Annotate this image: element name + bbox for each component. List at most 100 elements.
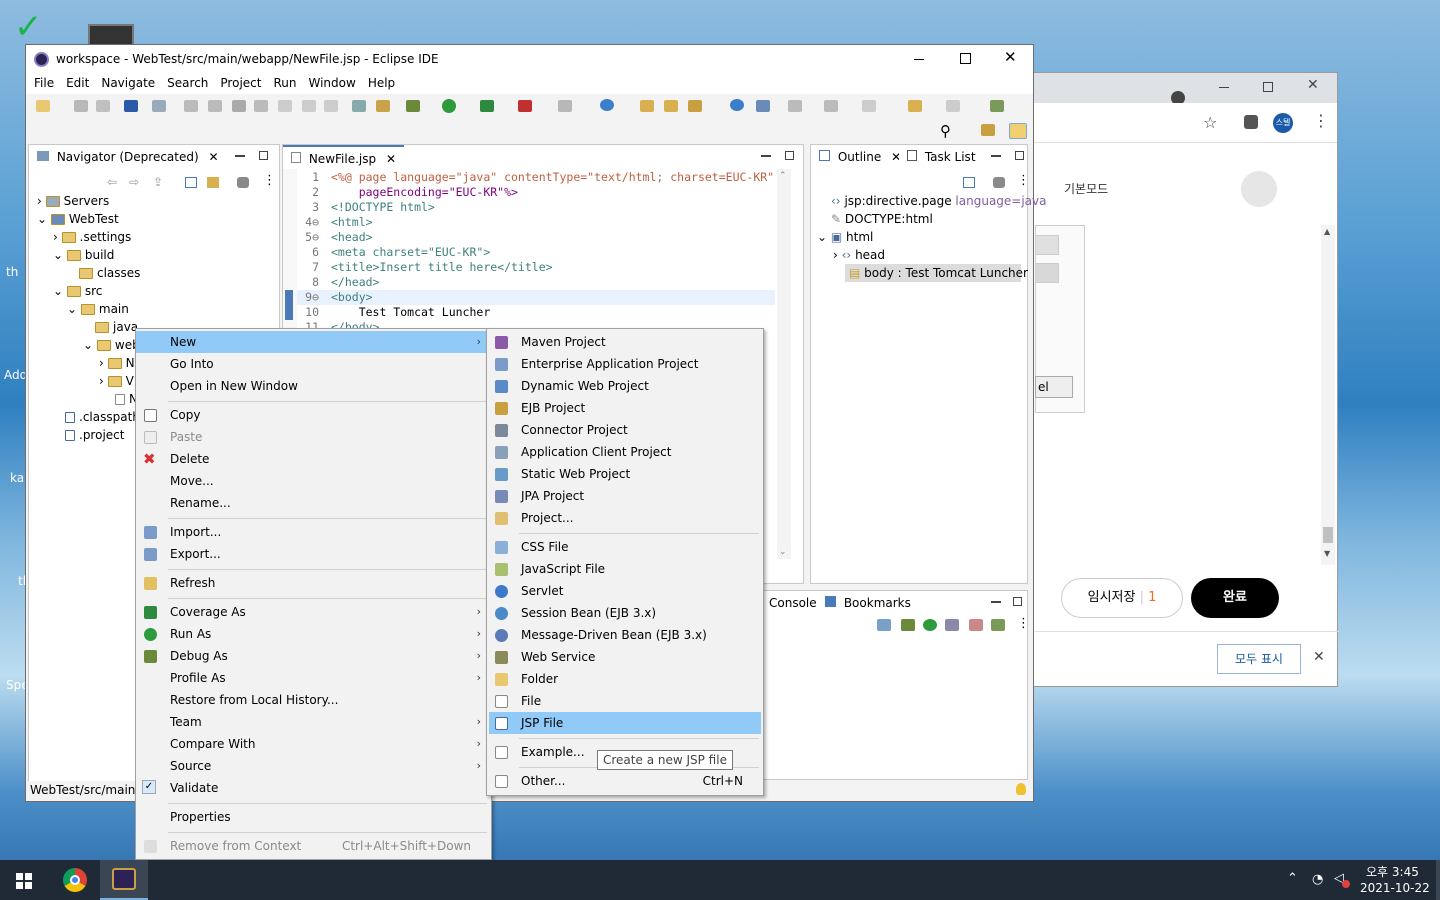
- scrollbar[interactable]: ▲ ▼: [1321, 225, 1335, 565]
- submenu-item-project[interactable]: Project...: [487, 507, 763, 529]
- clock-time[interactable]: 오후 3:45: [1366, 863, 1419, 880]
- temp-save-button[interactable]: 임시저장 | 1: [1061, 578, 1183, 618]
- run-icon[interactable]: [923, 619, 937, 631]
- menu-item-team[interactable]: Team ›: [136, 711, 491, 733]
- submenu-item-file[interactable]: File: [487, 690, 763, 712]
- stop-icon[interactable]: [969, 619, 983, 631]
- avatar[interactable]: 스텔: [1273, 113, 1293, 133]
- tab-navigator[interactable]: Navigator (Deprecated) ✕: [29, 145, 227, 169]
- step-return-icon[interactable]: [324, 100, 338, 112]
- menu-item-refresh[interactable]: Refresh: [136, 572, 491, 594]
- close-icon[interactable]: ✕: [1313, 649, 1325, 665]
- tree-item[interactable]: › .settings: [53, 230, 131, 244]
- skip-icon[interactable]: [152, 100, 166, 112]
- tree-item[interactable]: › V: [99, 374, 134, 388]
- code-area[interactable]: 1 <%@ page language="java" contentType="t…: [297, 170, 775, 328]
- use-step-filters-icon[interactable]: [352, 100, 366, 112]
- close-icon[interactable]: ✕: [1004, 48, 1017, 66]
- debug-icon[interactable]: [406, 100, 420, 112]
- submenu-item-javascript[interactable]: JavaScript File: [487, 558, 763, 580]
- menu-item-source[interactable]: Source ›: [136, 755, 491, 777]
- tree-item[interactable]: › Servers: [37, 194, 109, 208]
- step-over-icon[interactable]: [302, 100, 316, 112]
- chrome-taskbar-icon[interactable]: [63, 868, 87, 892]
- search-icon[interactable]: ⚲: [940, 122, 951, 140]
- pin-editor-icon[interactable]: [990, 100, 1004, 112]
- menu-item-remove-context[interactable]: Remove from Context Ctrl+Alt+Shift+Down: [136, 835, 491, 857]
- close-icon[interactable]: ✕: [209, 150, 219, 164]
- back-icon[interactable]: [908, 100, 922, 112]
- menu-project[interactable]: Project: [214, 74, 267, 92]
- disconnect-icon[interactable]: [254, 100, 268, 112]
- menu-item-export[interactable]: Export...: [136, 543, 491, 565]
- menu-item-open-new-window[interactable]: Open in New Window: [136, 375, 491, 397]
- open-type-icon[interactable]: [640, 100, 654, 112]
- nav-up-icon[interactable]: ⇪: [153, 175, 163, 189]
- settings-circle-icon[interactable]: [1241, 171, 1277, 207]
- menu-item-paste[interactable]: Paste: [136, 426, 491, 448]
- maximize-view-icon[interactable]: [1015, 151, 1024, 160]
- open-perspective-icon[interactable]: [981, 124, 995, 136]
- new-server-icon[interactable]: [558, 100, 572, 112]
- collapse-all-icon[interactable]: [185, 177, 197, 188]
- filters-icon[interactable]: [993, 177, 1005, 188]
- minimize-view-icon[interactable]: [761, 155, 771, 157]
- chrome-address-bar[interactable]: ☆ 스텔 ⋮: [1001, 103, 1337, 143]
- tree-item[interactable]: java: [95, 320, 138, 334]
- submenu-item-css[interactable]: CSS File: [487, 536, 763, 558]
- submenu-item-jsp-file[interactable]: JSP File: [489, 712, 761, 734]
- publish-icon[interactable]: [991, 619, 1005, 631]
- lightbulb-icon[interactable]: [1016, 783, 1026, 795]
- scroll-up-icon[interactable]: ▲: [1324, 227, 1330, 236]
- star-icon[interactable]: ☆: [1203, 113, 1217, 132]
- close-icon[interactable]: ✕: [1307, 77, 1319, 93]
- submenu-item-static-web[interactable]: Static Web Project: [487, 463, 763, 485]
- view-menu-icon[interactable]: ⋮: [1017, 616, 1030, 631]
- menu-item-properties[interactable]: Properties: [136, 806, 491, 828]
- maximize-view-icon[interactable]: [259, 151, 268, 160]
- chrome-window[interactable]: ✕ ☆ 스텔 ⋮ 기본모드 el ▲ ▼ 임시저장 | 1 완료 모두 표시 ✕: [1000, 72, 1339, 687]
- coverage-icon[interactable]: [480, 100, 494, 112]
- menu-run[interactable]: Run: [267, 74, 302, 92]
- submenu-item-mdb[interactable]: Message-Driven Bean (EJB 3.x): [487, 624, 763, 646]
- partial-button[interactable]: el: [1035, 376, 1073, 398]
- outline-item[interactable]: ‹› jsp:directive.page language=java: [831, 194, 1047, 208]
- open-task-icon[interactable]: [664, 100, 678, 112]
- menu-file[interactable]: File: [28, 74, 60, 92]
- outline-item-selected[interactable]: ▤ body : Test Tomcat Luncher: [845, 264, 1028, 282]
- new-class-icon[interactable]: [600, 99, 614, 111]
- tree-item[interactable]: ⌄ web: [83, 338, 140, 352]
- menu-item-restore-history[interactable]: Restore from Local History...: [136, 689, 491, 711]
- tab-bookmarks[interactable]: Bookmarks: [817, 591, 919, 615]
- menu-item-go-into[interactable]: Go Into: [136, 353, 491, 375]
- outline-item[interactable]: ✎ DOCTYPE:html: [831, 212, 933, 226]
- tree-item[interactable]: ⌄ main: [67, 302, 129, 316]
- new-icon[interactable]: [36, 100, 50, 112]
- view-menu-icon[interactable]: ⋮: [1017, 173, 1030, 188]
- submenu-item-app-client[interactable]: Application Client Project: [487, 441, 763, 463]
- filters-icon[interactable]: [237, 177, 249, 188]
- menu-item-run-as[interactable]: Run As ›: [136, 623, 491, 645]
- maximize-icon[interactable]: [1263, 82, 1273, 92]
- tab-outline[interactable]: Outline ✕: [811, 145, 910, 169]
- menu-item-rename[interactable]: Rename...: [136, 492, 491, 514]
- submenu-item-dynamic-web[interactable]: Dynamic Web Project: [487, 375, 763, 397]
- minimize-icon[interactable]: [1219, 87, 1229, 88]
- submenu-item-ejb-project[interactable]: EJB Project: [487, 397, 763, 419]
- menu-item-compare-with[interactable]: Compare With ›: [136, 733, 491, 755]
- menu-item-import[interactable]: Import...: [136, 521, 491, 543]
- collapse-all-icon[interactable]: [963, 177, 975, 188]
- link-editor-icon[interactable]: [207, 177, 219, 188]
- annotation-icon[interactable]: [756, 100, 770, 112]
- eclipse-taskbar-icon[interactable]: [100, 860, 148, 900]
- editor-scrollbar[interactable]: ⌃ ⌄: [777, 169, 791, 559]
- menu-item-profile-as[interactable]: Profile As ›: [136, 667, 491, 689]
- submenu-item-enterprise-app[interactable]: Enterprise Application Project: [487, 353, 763, 375]
- menu-item-coverage-as[interactable]: Coverage As ›: [136, 601, 491, 623]
- scroll-down-icon[interactable]: ▼: [1324, 549, 1330, 558]
- tree-item[interactable]: .classpath: [65, 410, 140, 424]
- resume-icon[interactable]: [184, 100, 198, 112]
- scroll-thumb[interactable]: [1323, 527, 1333, 543]
- prev-annotation-icon[interactable]: [824, 100, 838, 112]
- menu-navigate[interactable]: Navigate: [95, 74, 161, 92]
